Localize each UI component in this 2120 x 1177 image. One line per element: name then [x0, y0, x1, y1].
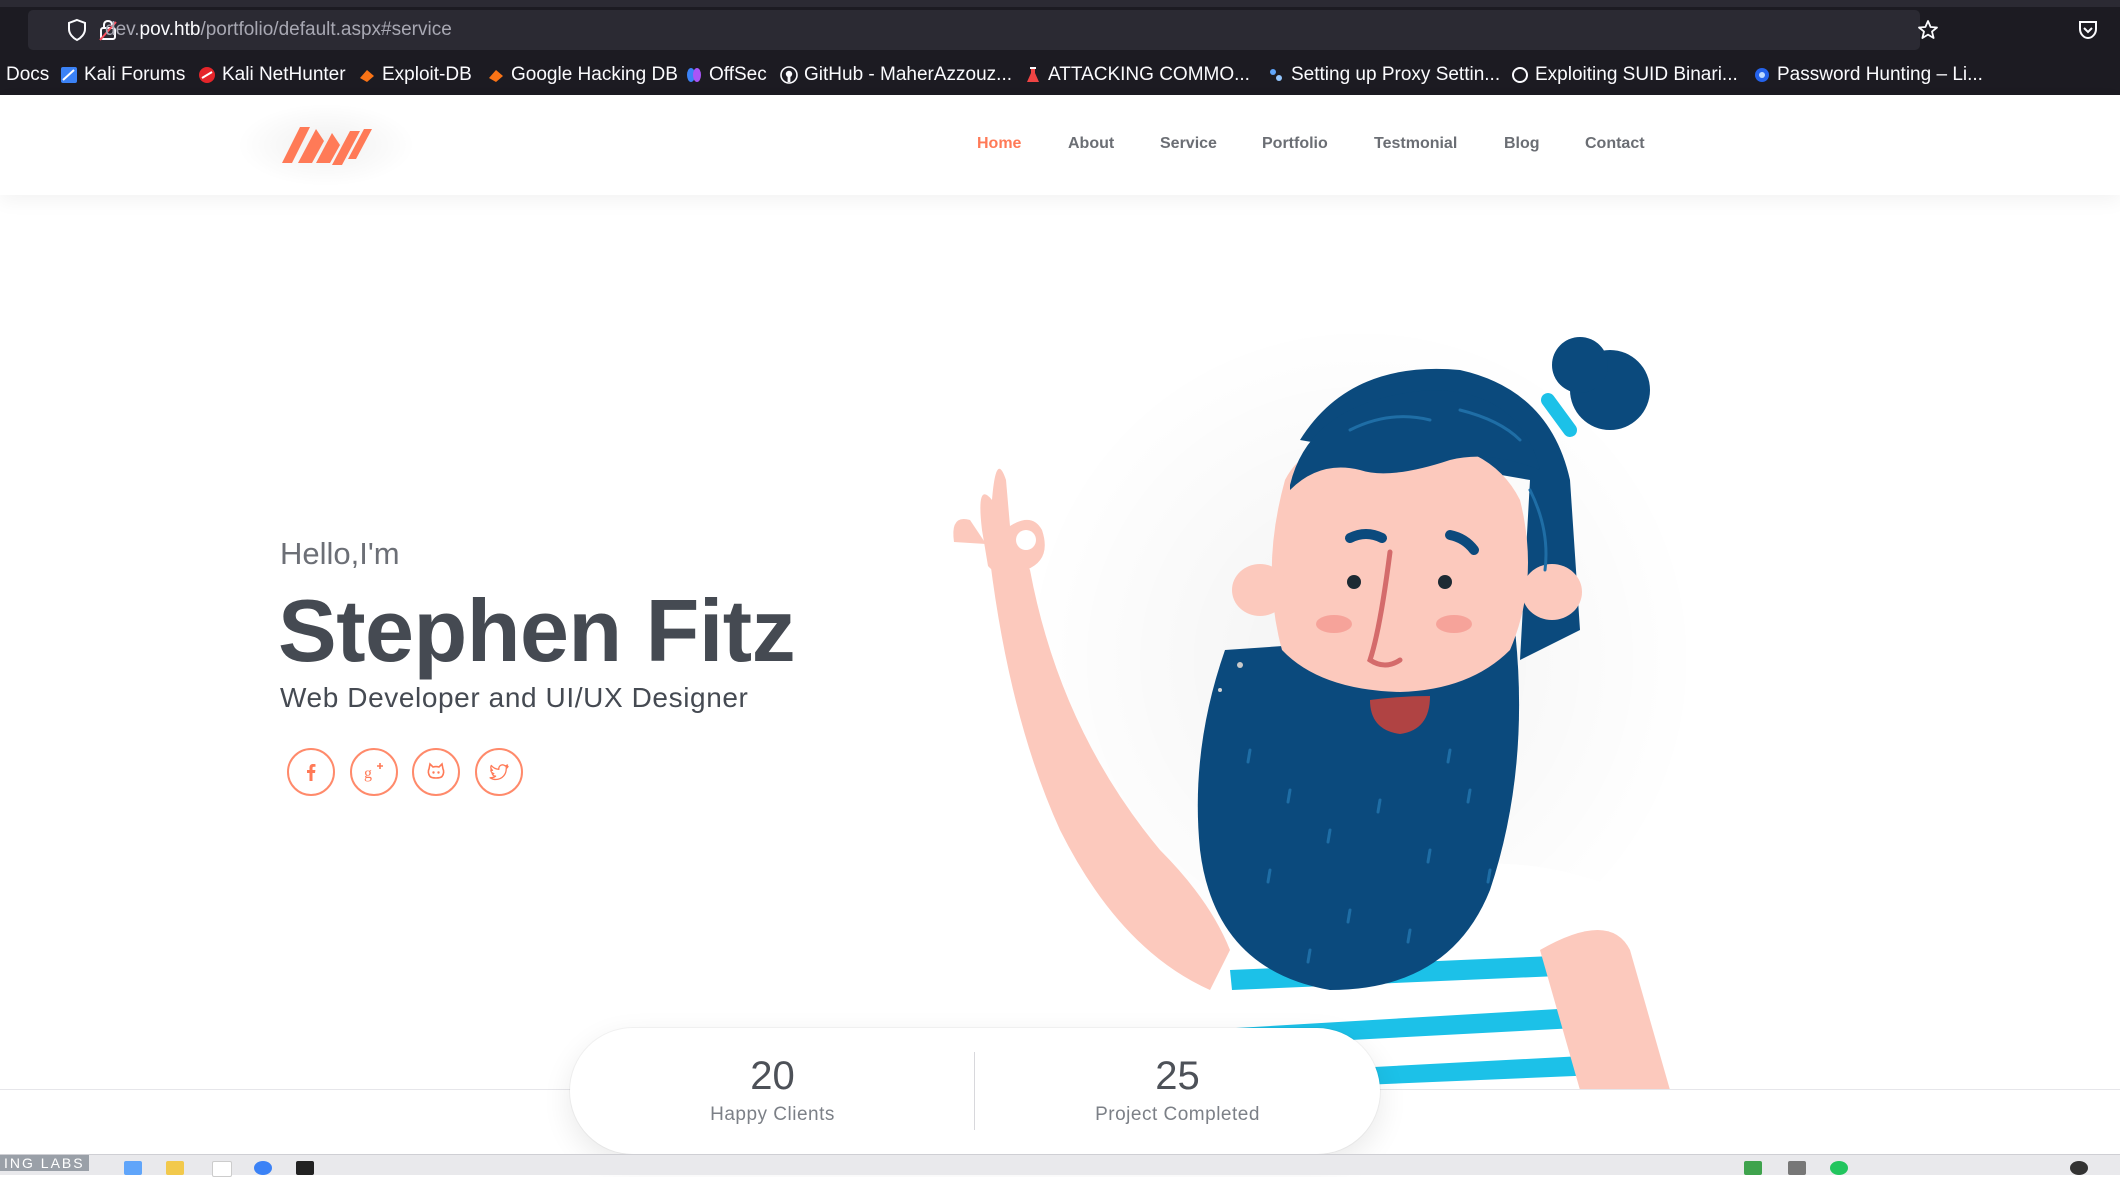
browser-icon[interactable] — [254, 1161, 272, 1175]
site-header: Home About Service Portfolio Testmonial … — [0, 95, 2120, 195]
svg-text:g: g — [364, 765, 372, 782]
nav-home[interactable]: Home — [977, 135, 1021, 153]
hero-illustration — [953, 330, 1690, 1090]
hero-role: Web Developer and UI/UX Designer — [280, 682, 749, 713]
bookmark-offsec[interactable]: OffSec — [685, 60, 767, 90]
bookmark-label: Exploiting SUID Binari... — [1535, 64, 1738, 85]
stats-card: 20 Happy Clients 25 Project Completed — [570, 1028, 1380, 1154]
bookmark-exploit-db[interactable]: Exploit-DB — [358, 60, 472, 90]
facebook-link[interactable] — [287, 748, 335, 796]
hero-greeting: Hello,I'm — [280, 536, 400, 571]
bookmark-proxy-settings[interactable]: Setting up Proxy Settin... — [1267, 60, 1500, 90]
stat-value: 20 — [750, 1054, 795, 1098]
stat-label: Project Completed — [1095, 1104, 1260, 1125]
bookmark-label: Exploit-DB — [382, 64, 472, 85]
terminal-icon[interactable] — [124, 1161, 142, 1175]
hero-name: Stephen Fitz — [278, 581, 796, 680]
url-bar[interactable]: dev.pov.htb/portfolio/default.aspx#servi… — [28, 10, 1938, 50]
circle-icon — [1512, 67, 1528, 83]
github-icon — [780, 66, 798, 84]
tray-network-icon[interactable] — [1830, 1161, 1848, 1175]
tray-app-icon[interactable] — [1744, 1161, 1762, 1175]
bookmark-attacking-commo[interactable]: ATTACKING COMMO... — [1024, 60, 1250, 90]
stat-value: 25 — [1155, 1054, 1200, 1098]
bookmark-google-hacking-db[interactable]: Google Hacking DB — [487, 60, 678, 90]
facebook-icon — [307, 764, 316, 781]
bookmark-kali-nethunter[interactable]: Kali NetHunter — [198, 60, 346, 90]
ghdb-icon — [489, 70, 503, 82]
bookmark-label: GitHub - MaherAzzouz... — [804, 64, 1013, 85]
text-editor-icon[interactable] — [212, 1161, 232, 1177]
os-taskbar: ING LABS — [0, 1154, 2120, 1177]
bookmark-label: Password Hunting – Li... — [1777, 64, 1983, 85]
bookmark-label: Kali NetHunter — [222, 64, 346, 85]
url-path: /portfolio/default.aspx#service — [200, 19, 452, 40]
github-icon — [427, 762, 445, 779]
nav-testmonial[interactable]: Testmonial — [1374, 135, 1457, 153]
folder-icon[interactable] — [166, 1161, 184, 1175]
bookmark-github[interactable]: GitHub - MaherAzzouz... — [780, 60, 1012, 90]
nethunter-icon — [199, 67, 215, 83]
url-prefix: dev. — [105, 19, 140, 40]
nav-contact[interactable]: Contact — [1585, 135, 1645, 153]
bookmark-label: Kali Forums — [84, 64, 186, 85]
kali-icon — [61, 67, 77, 83]
twitter-icon — [489, 764, 509, 781]
bookmark-star-icon[interactable] — [1916, 18, 1940, 42]
stat-project-completed: 25 Project Completed — [975, 1028, 1380, 1154]
offsec-icon — [687, 68, 701, 82]
bookmark-docs[interactable]: Docs — [6, 60, 49, 90]
taskbar-corner-label: ING LABS — [0, 1155, 89, 1171]
nav-about[interactable]: About — [1068, 135, 1114, 153]
tray-user-icon[interactable] — [2070, 1161, 2088, 1175]
bookmarks-toolbar: Docs Kali Forums Kali NetHunter Exploit-… — [0, 60, 2120, 90]
github-link[interactable] — [412, 748, 460, 796]
flask-icon — [1027, 67, 1039, 82]
bookmark-label: Google Hacking DB — [511, 64, 678, 85]
browser-chrome: dev.pov.htb/portfolio/default.aspx#servi… — [0, 0, 2120, 95]
browser-top-strip — [0, 0, 2120, 7]
proxy-icon — [1270, 69, 1282, 81]
stat-label: Happy Clients — [710, 1104, 835, 1125]
pocket-icon[interactable] — [2076, 18, 2100, 42]
globe-icon — [1755, 68, 1769, 82]
tray-window-icon[interactable] — [1788, 1161, 1806, 1175]
bookmark-label: Setting up Proxy Settin... — [1291, 64, 1501, 85]
console-icon[interactable] — [296, 1161, 314, 1175]
exploitdb-icon — [360, 70, 374, 82]
shield-icon[interactable] — [66, 18, 88, 42]
bookmark-password-hunting[interactable]: Password Hunting – Li... — [1753, 60, 1983, 90]
nav-blog[interactable]: Blog — [1504, 135, 1540, 153]
nav-portfolio[interactable]: Portfolio — [1262, 135, 1328, 153]
bookmark-label: Docs — [6, 64, 50, 85]
bookmark-label: ATTACKING COMMO... — [1048, 64, 1250, 85]
site-logo[interactable] — [278, 115, 374, 171]
url-domain: pov.htb — [139, 19, 201, 40]
google-plus-link[interactable]: g — [350, 748, 398, 796]
google-plus-icon: g — [364, 763, 383, 782]
bookmark-label: OffSec — [709, 64, 767, 85]
url-text[interactable]: dev.pov.htb/portfolio/default.aspx#servi… — [105, 19, 452, 41]
nav-service[interactable]: Service — [1160, 135, 1217, 153]
stat-happy-clients: 20 Happy Clients — [570, 1028, 975, 1154]
twitter-link[interactable] — [475, 748, 523, 796]
bookmark-suid-binaries[interactable]: Exploiting SUID Binari... — [1511, 60, 1738, 90]
bookmark-kali-forums[interactable]: Kali Forums — [60, 60, 185, 90]
